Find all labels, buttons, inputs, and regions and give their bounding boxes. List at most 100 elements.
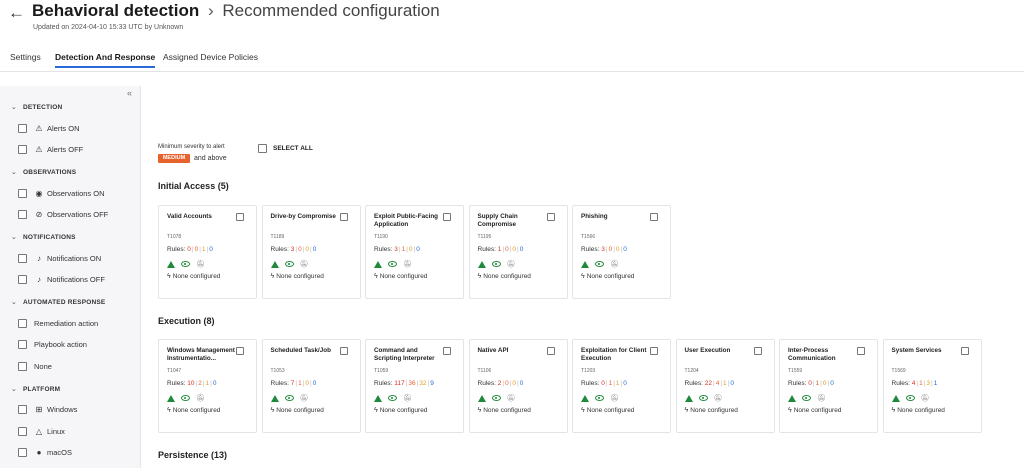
filter-checkbox[interactable] [18, 405, 27, 414]
technique-card[interactable]: Valid Accounts T1078 Rules: 0|0|1|0 🔕︎ ϟ None… [158, 205, 257, 299]
technique-checkbox[interactable] [546, 347, 555, 355]
bell-off-icon[interactable]: 🔕︎ [714, 394, 723, 402]
bell-off-icon[interactable]: 🔕︎ [300, 394, 309, 402]
tab-assigned-device-policies[interactable]: Assigned Device Policies [163, 52, 258, 62]
technique-card[interactable]: Exploitation for Client Execution T1203 Ru… [572, 339, 671, 433]
technique-checkbox[interactable] [650, 347, 658, 355]
tab-detection-and-response[interactable]: Detection And Response [55, 52, 156, 68]
alert-icon[interactable] [477, 394, 486, 402]
alert-icon[interactable] [270, 260, 279, 268]
alert-icon[interactable] [167, 260, 175, 268]
technique-checkbox[interactable] [960, 347, 969, 355]
technique-card[interactable]: System Services T1569 Rules: 4|1|3|1 🔕︎ ϟ Non… [882, 339, 982, 433]
eye-icon[interactable] [491, 395, 501, 401]
bell-off-icon[interactable]: 🔕︎ [507, 260, 516, 268]
bell-off-icon[interactable]: 🔕︎ [300, 260, 309, 268]
eye-icon[interactable] [388, 261, 397, 267]
alert-icon[interactable] [374, 394, 382, 402]
filter-section-title[interactable]: AUTOMATED RESPONSE [23, 299, 105, 306]
technique-card[interactable]: Supply Chain Compromise T1195 Rules: 1|0|0… [468, 205, 568, 299]
filter-item[interactable]: None [18, 360, 52, 372]
filter-item[interactable]: ♪ Notifications ON [18, 252, 101, 264]
select-all[interactable]: SELECT ALL [258, 144, 313, 153]
filter-section-title[interactable]: OBSERVATIONS [23, 169, 76, 176]
technique-card[interactable]: Command and Scripting Interpreter T1059 Ru… [365, 339, 464, 433]
alert-icon[interactable] [788, 394, 796, 402]
technique-checkbox[interactable] [650, 213, 658, 221]
severity-badge[interactable]: MEDIUM [158, 154, 190, 163]
filter-checkbox[interactable] [18, 361, 27, 371]
filter-item[interactable]: ◉ Observations ON [18, 187, 105, 199]
eye-icon[interactable] [491, 261, 501, 267]
filter-checkbox[interactable] [18, 426, 27, 436]
filter-section-title[interactable]: NOTIFICATIONS [23, 234, 76, 241]
eye-icon[interactable] [595, 261, 604, 267]
alert-icon[interactable] [270, 394, 279, 402]
section-chevron-icon[interactable]: ⌄ [11, 298, 17, 306]
filter-checkbox[interactable] [18, 448, 27, 457]
eye-icon[interactable] [905, 395, 915, 401]
filter-item[interactable]: ♪ Notifications OFF [18, 274, 105, 286]
technique-card[interactable]: Phishing T1566 Rules: 3|0|0|0 🔕︎ ϟ None confi… [572, 205, 671, 299]
technique-checkbox[interactable] [546, 213, 555, 221]
filter-checkbox[interactable] [18, 123, 27, 133]
filter-checkbox[interactable] [18, 275, 27, 284]
filter-checkbox[interactable] [18, 340, 27, 349]
filter-checkbox[interactable] [18, 318, 27, 328]
technique-checkbox[interactable] [339, 213, 348, 221]
technique-card[interactable]: Inter-Process Communication T1559 Rules: 0… [779, 339, 878, 433]
technique-card[interactable]: Native API T1106 Rules: 2|0|0|0 🔕︎ ϟ None con… [468, 339, 568, 433]
technique-checkbox[interactable] [236, 347, 244, 355]
bell-off-icon[interactable]: 🔕︎ [403, 260, 412, 268]
bell-off-icon[interactable]: 🔕︎ [817, 394, 826, 402]
filter-item[interactable]: ⚠ Alerts OFF [18, 144, 83, 156]
alert-icon[interactable] [581, 260, 589, 268]
bell-off-icon[interactable]: 🔕︎ [403, 394, 412, 402]
technique-checkbox[interactable] [443, 213, 451, 221]
filter-item[interactable]: Playbook action [18, 339, 87, 351]
alert-icon[interactable] [581, 394, 589, 402]
filter-checkbox[interactable] [18, 145, 27, 154]
technique-checkbox[interactable] [857, 347, 865, 355]
alert-icon[interactable] [891, 394, 900, 402]
filter-item[interactable]: ⚠ Alerts ON [18, 122, 80, 134]
back-arrow-icon[interactable]: ← [8, 3, 25, 23]
filter-checkbox[interactable] [18, 210, 27, 219]
alert-icon[interactable] [167, 394, 175, 402]
alert-icon[interactable] [477, 260, 486, 268]
eye-icon[interactable] [595, 395, 604, 401]
section-chevron-icon[interactable]: ⌄ [11, 103, 17, 111]
filter-item[interactable]: △ Linux [18, 425, 65, 437]
collapse-sidebar-icon[interactable]: « [127, 88, 132, 98]
filter-checkbox[interactable] [18, 253, 27, 263]
technique-checkbox[interactable] [753, 347, 762, 355]
section-chevron-icon[interactable]: ⌄ [11, 168, 17, 176]
technique-card[interactable]: Drive-by Compromise T1189 Rules: 3|0|0|0 🔕︎… [261, 205, 361, 299]
eye-icon[interactable] [181, 395, 190, 401]
technique-checkbox[interactable] [339, 347, 348, 355]
filter-item[interactable]: ● macOS [18, 447, 72, 459]
tab-settings[interactable]: Settings [10, 52, 41, 62]
technique-card[interactable]: Scheduled Task/Job T1053 Rules: 7|1|0|0 🔕︎ ϟ… [261, 339, 361, 433]
bell-off-icon[interactable]: 🔕︎ [196, 394, 205, 402]
filter-section-title[interactable]: PLATFORM [23, 386, 60, 393]
eye-icon[interactable] [284, 261, 294, 267]
section-chevron-icon[interactable]: ⌄ [11, 233, 17, 241]
alert-icon[interactable] [684, 394, 693, 402]
bell-off-icon[interactable]: 🔕︎ [196, 260, 205, 268]
technique-checkbox[interactable] [443, 347, 451, 355]
section-chevron-icon[interactable]: ⌄ [11, 385, 17, 393]
filter-item[interactable]: ⊘ Observations OFF [18, 209, 108, 221]
technique-card[interactable]: Exploit Public-Facing Application T1190 Ru… [365, 205, 464, 299]
bell-off-icon[interactable]: 🔕︎ [921, 394, 930, 402]
eye-icon[interactable] [802, 395, 811, 401]
filter-section-title[interactable]: DETECTION [23, 104, 62, 111]
bell-off-icon[interactable]: 🔕︎ [507, 394, 516, 402]
technique-checkbox[interactable] [236, 213, 244, 221]
bell-off-icon[interactable]: 🔕︎ [610, 260, 619, 268]
select-all-checkbox[interactable] [258, 144, 267, 153]
technique-card[interactable]: Windows Management Instrumentatio... T104… [158, 339, 257, 433]
filter-item[interactable]: ⊞ Windows [18, 404, 77, 416]
bell-off-icon[interactable]: 🔕︎ [610, 394, 619, 402]
technique-card[interactable]: User Execution T1204 Rules: 22|4|1|0 🔕︎ ϟ Non… [675, 339, 775, 433]
